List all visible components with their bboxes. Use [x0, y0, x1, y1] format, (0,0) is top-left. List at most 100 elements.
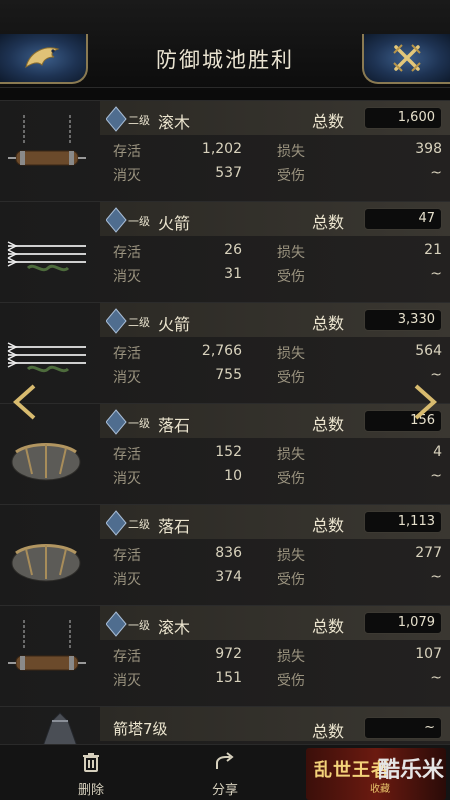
injured-value: ~ — [430, 165, 442, 181]
unit-row: 一级 落石 总数 156 存活 152 损失 4 消灭 10 受伤 ~ — [0, 403, 450, 504]
loss-value: 4 — [433, 444, 442, 460]
level-text: 一级 — [128, 417, 150, 430]
total-value: 3,330 — [364, 309, 442, 331]
falling-rock-icon — [11, 544, 81, 582]
total-value: 47 — [364, 208, 442, 230]
unit-name: 落石 — [158, 517, 191, 536]
previous-page-button[interactable] — [8, 382, 42, 422]
unit-row: 二级 火箭 总数 3,330 存活 2,766 损失 564 消灭 755 受伤… — [0, 302, 450, 403]
destroy-label: 消灭 — [113, 673, 141, 689]
watermark-logo: 酷乐米 — [377, 758, 444, 783]
injured-label: 受伤 — [277, 572, 305, 588]
injured-value: ~ — [430, 569, 442, 585]
total-label: 总数 — [312, 516, 345, 535]
rolling-log-icon — [8, 115, 86, 166]
total-value: ~ — [364, 717, 442, 739]
next-page-button[interactable] — [408, 382, 442, 422]
injured-value: ~ — [430, 468, 442, 484]
level-text: 二级 — [128, 316, 150, 329]
level-badge-icon: 二级 — [106, 308, 150, 334]
unit-name: 火箭 — [158, 315, 191, 334]
injured-label: 受伤 — [277, 471, 305, 487]
survive-value: 1,202 — [201, 141, 242, 157]
total-label: 总数 — [312, 617, 345, 636]
total-value: 1,600 — [364, 107, 442, 129]
destroy-label: 消灭 — [113, 471, 141, 487]
unit-name: 滚木 — [158, 113, 191, 132]
chevron-left-icon — [12, 384, 36, 420]
loss-label: 损失 — [277, 649, 305, 665]
trash-icon — [83, 753, 99, 772]
level-text: 一级 — [128, 619, 150, 632]
survive-label: 存活 — [113, 649, 141, 665]
crossed-swords-icon — [393, 44, 421, 72]
loss-value: 21 — [424, 242, 442, 258]
unit-row: 二级 滚木 总数 1,600 存活 1,202 损失 398 消灭 537 受伤… — [0, 100, 450, 201]
destroy-value: 31 — [224, 266, 242, 282]
loss-label: 损失 — [277, 245, 305, 261]
injured-label: 受伤 — [277, 269, 305, 285]
level-badge-icon: 二级 — [106, 510, 150, 536]
loss-label: 损失 — [277, 447, 305, 463]
rolling-log-icon — [8, 620, 86, 671]
injured-value: ~ — [430, 266, 442, 282]
destroy-value: 10 — [224, 468, 242, 484]
header-bar: 防御城池胜利 — [0, 0, 450, 88]
loss-label: 损失 — [277, 346, 305, 362]
unit-row: 一级 火箭 总数 47 存活 26 损失 21 消灭 31 受伤 ~ — [0, 201, 450, 302]
loss-value: 564 — [415, 343, 442, 359]
injured-value: ~ — [430, 670, 442, 686]
loss-label: 损失 — [277, 548, 305, 564]
unit-row: 二级 落石 总数 1,113 存活 836 损失 277 消灭 374 受伤 ~ — [0, 504, 450, 605]
level-badge-icon: 一级 — [106, 207, 150, 233]
injured-label: 受伤 — [277, 168, 305, 184]
survive-label: 存活 — [113, 245, 141, 261]
survive-label: 存活 — [113, 447, 141, 463]
survive-label: 存活 — [113, 548, 141, 564]
level-text: 二级 — [128, 114, 150, 127]
total-value: 1,079 — [364, 612, 442, 634]
unit-name: 落石 — [158, 416, 191, 435]
destroy-label: 消灭 — [113, 370, 141, 386]
destroy-label: 消灭 — [113, 168, 141, 184]
loss-value: 398 — [415, 141, 442, 157]
share-icon — [216, 752, 234, 769]
game-promo-banner[interactable]: 乱世王者 收藏 酷乐米 — [306, 748, 446, 800]
delete-label: 删除 — [77, 783, 104, 798]
level-text: 二级 — [128, 518, 150, 531]
falling-rock-icon — [11, 443, 81, 481]
total-label: 总数 — [312, 314, 345, 333]
level-badge-icon: 一级 — [106, 611, 150, 637]
share-label: 分享 — [211, 783, 238, 798]
fire-arrow-icon — [7, 241, 86, 272]
share-button[interactable]: 分享 — [195, 751, 255, 798]
level-text: 一级 — [128, 215, 150, 228]
survive-value: 2,766 — [201, 343, 242, 359]
survive-value: 152 — [215, 444, 242, 460]
survive-label: 存活 — [113, 144, 141, 160]
battle-unit-list: 二级 滚木 总数 1,600 存活 1,202 损失 398 消灭 537 受伤… — [0, 100, 450, 752]
destroy-value: 374 — [215, 569, 242, 585]
close-button[interactable] — [362, 34, 450, 84]
injured-label: 受伤 — [277, 673, 305, 689]
unit-name: 箭塔7级 — [113, 720, 168, 738]
destroy-value: 755 — [215, 367, 242, 383]
total-label: 总数 — [312, 112, 345, 131]
total-label: 总数 — [312, 213, 345, 232]
bottom-toolbar: 删除 分享 乱世王者 收藏 酷乐米 — [0, 744, 450, 800]
total-label: 总数 — [312, 415, 345, 434]
chevron-right-icon — [414, 384, 438, 420]
total-label: 总数 — [312, 722, 345, 741]
unit-name: 火箭 — [158, 214, 191, 233]
loss-label: 损失 — [277, 144, 305, 160]
delete-button[interactable]: 删除 — [61, 751, 121, 798]
injured-label: 受伤 — [277, 370, 305, 386]
unit-row: 一级 滚木 总数 1,079 存活 972 损失 107 消灭 151 受伤 ~ — [0, 605, 450, 706]
survive-value: 972 — [215, 646, 242, 662]
survive-label: 存活 — [113, 346, 141, 362]
survive-value: 836 — [215, 545, 242, 561]
loss-value: 107 — [415, 646, 442, 662]
fire-arrow-icon — [7, 342, 86, 373]
survive-value: 26 — [224, 242, 242, 258]
destroy-value: 537 — [215, 165, 242, 181]
